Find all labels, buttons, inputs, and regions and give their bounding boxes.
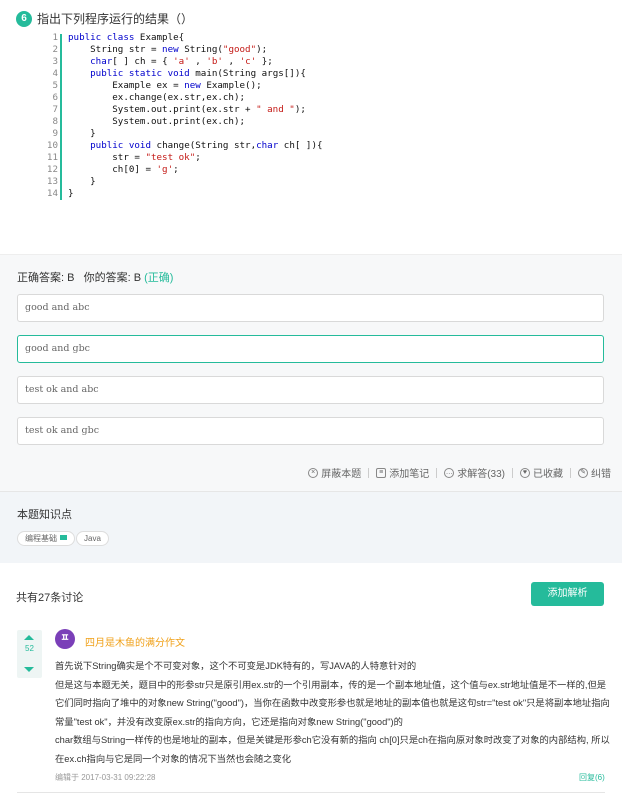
- discussion-count: 共有27条讨论: [16, 592, 84, 604]
- comment-line: 它们同时指向了堆中的对象new String("good")，当你在函数中改变形…: [55, 698, 610, 708]
- code-line-number: 6: [52, 92, 58, 103]
- chat-icon: …: [444, 467, 455, 478]
- edited-timestamp: 编辑于 2017-03-31 09:22:28: [55, 773, 156, 782]
- question-title: 指出下列程序运行的结果（）: [37, 12, 194, 26]
- code-line-number: 11: [46, 152, 58, 163]
- options-panel: [0, 254, 622, 491]
- vote-count: 52: [25, 644, 34, 653]
- code-gutter-rule: [60, 34, 62, 200]
- correct-answer: 正确答案: B: [17, 272, 75, 284]
- video-icon: [60, 535, 67, 541]
- comment-username[interactable]: 四月是木鱼的满分作文: [85, 634, 185, 649]
- tag-programming-basics[interactable]: 编程基础: [17, 531, 75, 546]
- divider: [368, 467, 370, 478]
- code-line-number: 10: [46, 140, 58, 151]
- reply-link[interactable]: 回复(6): [579, 772, 605, 783]
- tag-java[interactable]: Java: [76, 531, 109, 546]
- knowledge-title: 本题知识点: [17, 509, 72, 521]
- divider: [436, 467, 438, 478]
- report-error-button[interactable]: ✎ 纠错: [578, 465, 611, 480]
- add-analysis-button[interactable]: 添加解析: [531, 582, 604, 606]
- comment-line: 首先说下String确实是个不可变对象，这个不可变是JDK特有的，写JAVA的人…: [55, 661, 417, 671]
- code-line-number: 1: [52, 32, 58, 43]
- your-answer: 你的答案: B: [83, 272, 142, 284]
- knowledge-panel: [0, 491, 622, 563]
- option-b[interactable]: good and gbc: [17, 335, 604, 363]
- comment-body: 首先说下String确实是个不可变对象，这个不可变是JDK特有的，写JAVA的人…: [55, 657, 610, 768]
- divider: [570, 467, 571, 478]
- code-line-number: 13: [46, 176, 58, 187]
- code-block: 1 2 3 4 5 6 7 8 9 10 11 12 13 14 public class Example…: [36, 32, 596, 202]
- upvote-icon[interactable]: [24, 635, 34, 640]
- ask-answer-button[interactable]: … 求解答(33): [444, 465, 505, 480]
- option-d[interactable]: test ok and gbc: [17, 417, 604, 445]
- code-line-numbers: 1 2 3 4 5 6 7 8 9 10 11 12 13 14: [36, 32, 58, 200]
- divider: [17, 792, 605, 793]
- vote-widget: 52: [17, 630, 42, 678]
- code-line-number: 9: [52, 128, 58, 139]
- code-line-number: 12: [46, 164, 58, 175]
- code-line-number: 3: [52, 56, 58, 67]
- code-line-number: 14: [46, 188, 58, 199]
- option-c[interactable]: test ok and abc: [17, 376, 604, 404]
- code-line-number: 7: [52, 104, 58, 115]
- heart-icon: ♥: [520, 467, 530, 478]
- block-icon: ×: [308, 467, 319, 478]
- favorite-button[interactable]: ♥ 已收藏: [520, 465, 563, 480]
- add-note-button[interactable]: ≡ 添加笔记: [376, 465, 429, 480]
- question-number-badge: 6: [16, 11, 32, 27]
- comment-line: 常量"test ok"，并没有改变原ex.str的指向方向，它还是指向对象new…: [55, 716, 403, 727]
- code-line-number: 2: [52, 44, 58, 55]
- answer-summary: 正确答案: B 你的答案: B (正确): [17, 269, 173, 285]
- code-line-number: 8: [52, 116, 58, 127]
- avatar[interactable]: ㅍ: [55, 629, 75, 649]
- code-lines: public class Example{ String str = new S…: [68, 32, 323, 199]
- note-icon: ≡: [376, 467, 387, 478]
- code-line-number: 4: [52, 68, 58, 79]
- edit-icon: ✎: [578, 467, 588, 478]
- block-question-button[interactable]: × 屏蔽本题: [308, 465, 361, 480]
- option-a[interactable]: good and abc: [17, 294, 604, 322]
- comment-line: char数组与String一样传的也是地址的副本，但是关键是形参ch它没有新的指…: [55, 735, 610, 745]
- comment-line: 在ex.ch指向与它是同一个对象的情况下当然也会随之变化: [55, 753, 292, 764]
- code-line-number: 5: [52, 80, 58, 91]
- comment-line: 但是这与本题无关，题目中的形参str只是原引用ex.str的一个引用副本，传的是…: [55, 679, 607, 690]
- downvote-icon[interactable]: [24, 667, 34, 672]
- question-actions: × 屏蔽本题 ≡ 添加笔记 … 求解答(33) ♥ 已收藏 ✎ 纠错: [308, 465, 611, 480]
- divider: [512, 467, 513, 478]
- answer-status: (正确): [144, 272, 174, 284]
